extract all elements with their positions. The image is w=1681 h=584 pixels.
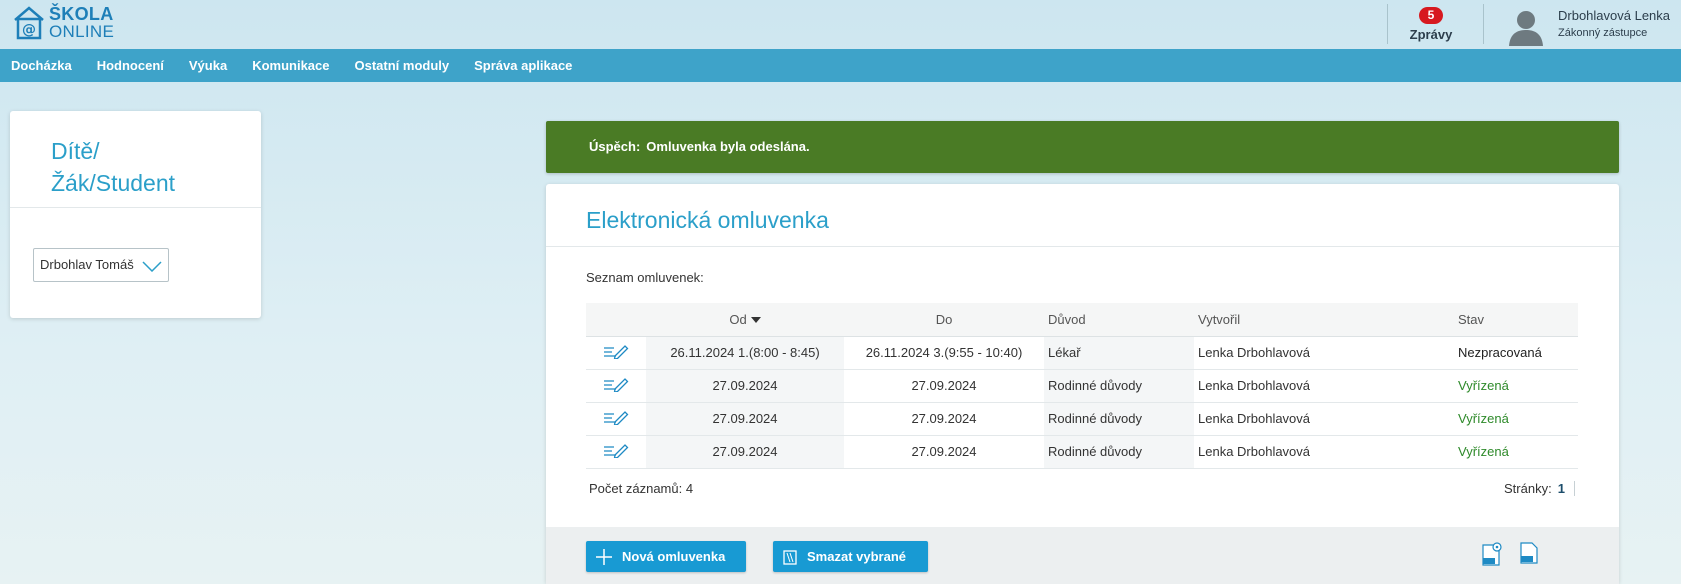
xls-settings-icon[interactable] [1480, 541, 1504, 567]
nav-item-vyuka[interactable]: Výuka [178, 49, 241, 82]
page-title: Elektronická omluvenka [546, 184, 1619, 247]
page-link[interactable]: 1 [1557, 481, 1575, 496]
cell-stav: Vyřízená [1454, 435, 1578, 469]
cell-duvod: Lékař [1044, 336, 1194, 370]
column-header-od-label: Od [729, 311, 747, 327]
new-excuse-button[interactable]: Nová omluvenka [586, 541, 746, 572]
plus-icon [596, 548, 612, 565]
child-select-value: Drbohlav Tomáš [40, 257, 134, 272]
svg-text:@: @ [22, 22, 36, 38]
column-header-od[interactable]: Od [646, 303, 844, 337]
child-select[interactable]: Drbohlav Tomáš [33, 248, 169, 282]
pagination: Stránky: 1 [1504, 481, 1575, 496]
column-header-stav[interactable]: Stav [1454, 303, 1578, 337]
child-panel-title-line2: Žák/Student [51, 170, 176, 196]
cell-vytvoril: Lenka Drbohlavová [1194, 435, 1454, 469]
cell-do: 26.11.2024 3.(9:55 - 10:40) [844, 336, 1044, 370]
table-row: 26.11.2024 1.(8:00 - 8:45) 26.11.2024 3.… [586, 336, 1578, 370]
column-header-vytvoril[interactable]: Vytvořil [1194, 303, 1454, 337]
excuse-card: Elektronická omluvenka Seznam omluvenek:… [546, 184, 1619, 584]
cell-stav: Nezpracovaná [1454, 336, 1578, 370]
cell-od: 27.09.2024 [646, 402, 844, 436]
row-actions [586, 435, 646, 469]
user-role: Zákonný zástupce [1558, 27, 1648, 39]
messages-label: Zprávy [1409, 27, 1453, 42]
success-message: Omluvenka byla odeslána. [646, 139, 810, 154]
cell-do: 27.09.2024 [844, 435, 1044, 469]
chevron-down-icon [142, 261, 162, 272]
record-count: Počet záznamů: 4 [589, 481, 694, 496]
cell-do: 27.09.2024 [844, 369, 1044, 403]
edit-pencil-icon[interactable] [603, 376, 629, 393]
user-menu[interactable]: Drbohlavová Lenka Zákonný zástupce [1506, 6, 1670, 46]
column-header-duvod[interactable]: Důvod [1044, 303, 1194, 337]
user-name: Drbohlavová Lenka [1558, 8, 1671, 23]
cell-vytvoril: Lenka Drbohlavová [1194, 336, 1454, 370]
edit-pencil-icon[interactable] [603, 343, 629, 360]
nav-item-sprava-aplikace[interactable]: Správa aplikace [463, 49, 586, 82]
child-panel: Dítě/ Žák/Student Drbohlav Tomáš [10, 111, 261, 318]
edit-pencil-icon[interactable] [603, 442, 629, 459]
trash-icon [783, 549, 797, 565]
column-header-do[interactable]: Do [844, 303, 1044, 337]
excuse-table: Od Do Důvod Vytvořil Stav 26.11.2024 1.(… [586, 303, 1578, 469]
cell-od: 27.09.2024 [646, 435, 844, 469]
table-row: 27.09.2024 27.09.2024 Rodinné důvody Len… [586, 369, 1578, 403]
divider [1483, 4, 1484, 44]
table-header-row: Od Do Důvod Vytvořil Stav [586, 303, 1578, 337]
cell-od: 27.09.2024 [646, 369, 844, 403]
cell-duvod: Rodinné důvody [1044, 435, 1194, 469]
success-prefix: Úspěch: [589, 139, 641, 154]
table-row: 27.09.2024 27.09.2024 Rodinné důvody Len… [586, 435, 1578, 469]
cell-duvod: Rodinné důvody [1044, 402, 1194, 436]
cell-vytvoril: Lenka Drbohlavová [1194, 402, 1454, 436]
logo-line2: ONLINE [49, 22, 115, 41]
nav-item-hodnoceni[interactable]: Hodnocení [86, 49, 178, 82]
logo-line1: ŠKOLA [49, 4, 114, 24]
delete-selected-button[interactable]: Smazat vybrané [773, 541, 928, 572]
cell-duvod: Rodinné důvody [1044, 369, 1194, 403]
main-nav: Docházka Hodnocení Výuka Komunikace Osta… [0, 49, 1681, 82]
new-excuse-label: Nová omluvenka [622, 549, 726, 564]
table-row: 27.09.2024 27.09.2024 Rodinné důvody Len… [586, 402, 1578, 436]
app-logo[interactable]: @ ŠKOLA ONLINE [12, 5, 114, 41]
avatar-icon [1509, 11, 1543, 46]
pages-label: Stránky: [1504, 481, 1552, 496]
divider [1387, 4, 1388, 44]
child-panel-title-line1: Dítě/ [51, 138, 100, 164]
cell-stav: Vyřízená [1454, 402, 1578, 436]
logo-text: ŠKOLA ONLINE [49, 5, 114, 41]
card-footer: Nová omluvenka Smazat vybrané [546, 527, 1619, 584]
nav-item-komunikace[interactable]: Komunikace [241, 49, 343, 82]
nav-item-dochazka[interactable]: Docházka [0, 49, 86, 82]
cell-do: 27.09.2024 [844, 402, 1044, 436]
list-label: Seznam omluvenek: [586, 270, 704, 285]
row-actions [586, 336, 646, 370]
messages-button[interactable]: 5 Zprávy [1390, 6, 1472, 42]
xls-export-icon[interactable] [1519, 541, 1539, 565]
cell-stav: Vyřízená [1454, 369, 1578, 403]
delete-selected-label: Smazat vybrané [807, 549, 906, 564]
nav-item-ostatni-moduly[interactable]: Ostatní moduly [344, 49, 464, 82]
top-bar: @ ŠKOLA ONLINE 5 Zprávy Drbohlavová Lenk… [0, 0, 1681, 49]
row-actions [586, 369, 646, 403]
row-actions [586, 402, 646, 436]
sort-desc-icon [750, 317, 761, 324]
column-header-actions [586, 303, 646, 337]
cell-vytvoril: Lenka Drbohlavová [1194, 369, 1454, 403]
messages-badge: 5 [1419, 7, 1443, 24]
edit-pencil-icon[interactable] [603, 409, 629, 426]
success-alert: Úspěch: Omluvenka byla odeslána. [546, 121, 1619, 173]
cell-od: 26.11.2024 1.(8:00 - 8:45) [646, 336, 844, 370]
logo-house-icon: @ [14, 6, 44, 40]
child-panel-title: Dítě/ Žák/Student [10, 111, 261, 208]
